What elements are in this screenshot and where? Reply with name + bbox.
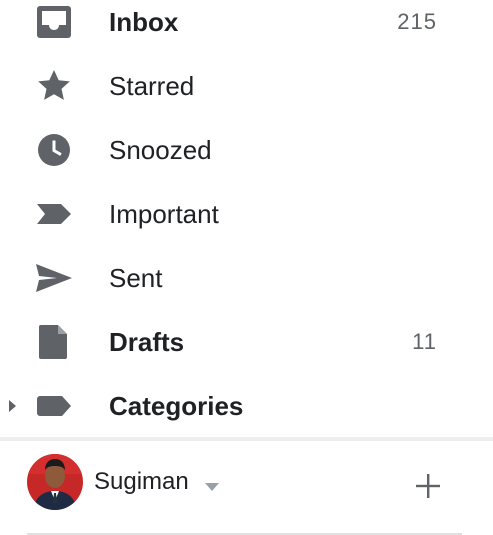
- navigation-drawer: Inbox 215 Starred Snoozed Important Sent…: [0, 0, 493, 535]
- plus-icon[interactable]: [414, 472, 442, 500]
- nav-item-important[interactable]: Important: [0, 186, 493, 242]
- nav-label-inbox: Inbox: [109, 7, 179, 37]
- nav-item-starred[interactable]: Starred: [0, 58, 493, 114]
- draft-icon: [34, 322, 74, 362]
- nav-item-inbox[interactable]: Inbox 215: [0, 0, 493, 50]
- chevron-down-icon[interactable]: [205, 478, 219, 491]
- expand-arrow-icon[interactable]: [7, 398, 19, 414]
- send-icon: [34, 258, 74, 298]
- nav-label-drafts: Drafts: [109, 327, 185, 357]
- nav-item-drafts[interactable]: Drafts 11: [0, 314, 493, 370]
- nav-item-categories[interactable]: Categories: [0, 378, 493, 434]
- nav-item-snoozed[interactable]: Snoozed: [0, 122, 493, 178]
- nav-item-sent[interactable]: Sent: [0, 250, 493, 306]
- drafts-count: 11: [412, 329, 437, 354]
- nav-label-sent: Sent: [109, 263, 163, 293]
- nav-label-categories: Categories: [109, 391, 244, 421]
- nav-label-important: Important: [109, 199, 219, 229]
- account-name[interactable]: Sugiman: [94, 468, 189, 496]
- inbox-icon: [34, 2, 74, 42]
- clock-icon: [34, 130, 74, 170]
- nav-label-snoozed: Snoozed: [109, 135, 212, 165]
- account-switcher[interactable]: Sugiman: [0, 450, 493, 516]
- nav-label-starred: Starred: [109, 71, 195, 101]
- important-icon: [34, 194, 74, 234]
- section-divider: [0, 437, 493, 441]
- avatar[interactable]: [27, 454, 83, 510]
- star-icon: [34, 66, 74, 106]
- label-icon: [34, 386, 74, 426]
- inbox-unread-count: 215: [397, 9, 437, 34]
